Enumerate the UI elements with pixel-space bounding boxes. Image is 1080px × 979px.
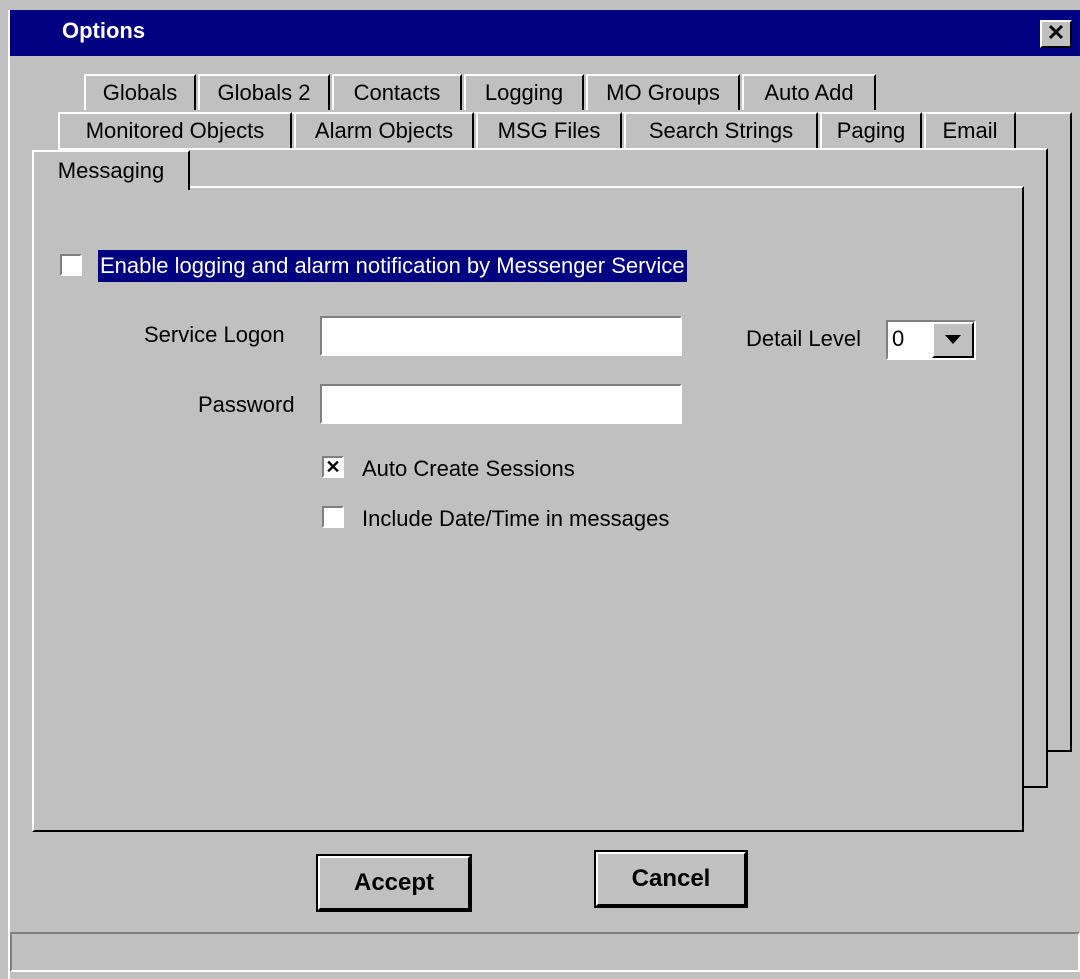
tab-alarm-objects[interactable]: Alarm Objects [294, 112, 474, 148]
tab-label: Contacts [353, 80, 441, 105]
status-bar [10, 932, 1080, 972]
tab-msg-files[interactable]: MSG Files [476, 112, 622, 148]
accept-button[interactable]: Accept [316, 854, 472, 912]
auto-create-sessions-label: Auto Create Sessions [362, 456, 575, 481]
tab-messaging[interactable]: Messaging [32, 150, 190, 190]
tab-label: Monitored Objects [85, 118, 265, 143]
tab-label: Paging [836, 118, 906, 143]
include-datetime-checkbox[interactable] [322, 506, 344, 528]
password-label: Password [198, 392, 295, 417]
check-mark-icon: ✕ [325, 457, 341, 477]
window-title: Options [62, 18, 146, 43]
tab-paging[interactable]: Paging [820, 112, 922, 148]
tab-globals[interactable]: Globals [84, 74, 196, 110]
tab-label: Globals [102, 80, 178, 105]
tab-label: Email [942, 118, 998, 143]
detail-level-value: 0 [892, 326, 905, 351]
tab-label: Auto Add [764, 80, 854, 105]
tab-label: MO Groups [606, 80, 720, 105]
detail-level-dropdown-button[interactable] [932, 322, 974, 358]
chevron-down-icon [945, 335, 961, 344]
tab-auto-add[interactable]: Auto Add [742, 74, 876, 110]
cancel-button[interactable]: Cancel [594, 850, 748, 908]
window-left-edge [8, 10, 10, 979]
service-logon-label: Service Logon [144, 322, 285, 347]
close-button[interactable]: ✕ [1040, 20, 1072, 48]
tab-monitored-objects[interactable]: Monitored Objects [58, 112, 292, 148]
tab-label: MSG Files [497, 118, 601, 143]
active-tab-join [34, 186, 188, 190]
tab-email[interactable]: Email [924, 112, 1016, 148]
enable-messenger-checkbox[interactable] [60, 254, 82, 276]
tab-globals-2[interactable]: Globals 2 [198, 74, 330, 110]
tab-logging[interactable]: Logging [464, 74, 584, 110]
tab-label: Logging [484, 80, 564, 105]
tab-mo-groups[interactable]: MO Groups [586, 74, 740, 110]
detail-level-label: Detail Level [746, 326, 861, 351]
password-field[interactable] [320, 384, 682, 424]
tab-label: Globals 2 [217, 80, 311, 105]
include-datetime-label: Include Date/Time in messages [362, 506, 670, 531]
close-icon: ✕ [1046, 20, 1066, 45]
service-logon-field[interactable] [320, 316, 682, 356]
tab-search-strings[interactable]: Search Strings [624, 112, 818, 148]
tab-label: Search Strings [648, 118, 794, 143]
auto-create-sessions-checkbox[interactable]: ✕ [322, 456, 344, 478]
title-bar[interactable] [10, 10, 1080, 56]
tab-contacts[interactable]: Contacts [332, 74, 462, 110]
enable-messenger-label[interactable]: Enable logging and alarm notification by… [98, 250, 687, 282]
tab-label: Messaging [57, 158, 165, 183]
tab-label: Alarm Objects [314, 118, 454, 143]
